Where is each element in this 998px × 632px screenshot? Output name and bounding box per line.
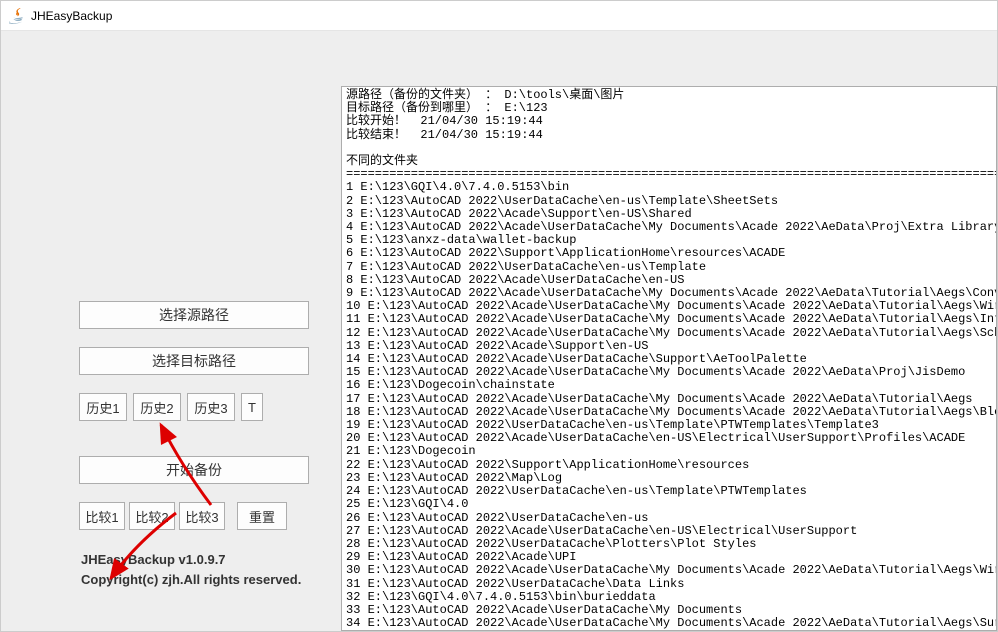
log-output[interactable]: 源路径（备份的文件夹） ： D:\tools\桌面\图片 目标路径（备份到哪里）… — [341, 86, 997, 631]
right-panel: 源路径（备份的文件夹） ： D:\tools\桌面\图片 目标路径（备份到哪里）… — [341, 31, 997, 631]
titlebar: JHEasyBackup — [1, 1, 997, 31]
copyright-text: Copyright(c) zjh.All rights reserved. — [81, 570, 341, 590]
java-icon — [9, 8, 25, 24]
compare1-button[interactable]: 比较1 — [79, 502, 125, 530]
history2-button[interactable]: 历史2 — [133, 393, 181, 421]
version-text: JHEasyBackup v1.0.9.7 — [81, 550, 341, 570]
compare2-button[interactable]: 比较2 — [129, 502, 175, 530]
history-row: 历史1 历史2 历史3 T — [79, 393, 341, 421]
content-area: 选择源路径 选择目标路径 历史1 历史2 历史3 T 开始备份 比较1 比较2 … — [1, 31, 997, 631]
t-button[interactable]: T — [241, 393, 263, 421]
history3-button[interactable]: 历史3 — [187, 393, 235, 421]
window-title: JHEasyBackup — [31, 9, 112, 23]
select-source-button[interactable]: 选择源路径 — [79, 301, 309, 329]
app-window: JHEasyBackup 选择源路径 选择目标路径 历史1 历史2 历史3 T … — [0, 0, 998, 632]
compare3-button[interactable]: 比较3 — [179, 502, 225, 530]
left-panel: 选择源路径 选择目标路径 历史1 历史2 历史3 T 开始备份 比较1 比较2 … — [1, 31, 341, 631]
version-info: JHEasyBackup v1.0.9.7 Copyright(c) zjh.A… — [81, 550, 341, 589]
start-backup-button[interactable]: 开始备份 — [79, 456, 309, 484]
select-target-button[interactable]: 选择目标路径 — [79, 347, 309, 375]
reset-button[interactable]: 重置 — [237, 502, 287, 530]
compare-row: 比较1 比较2 比较3 重置 — [79, 502, 341, 530]
history1-button[interactable]: 历史1 — [79, 393, 127, 421]
